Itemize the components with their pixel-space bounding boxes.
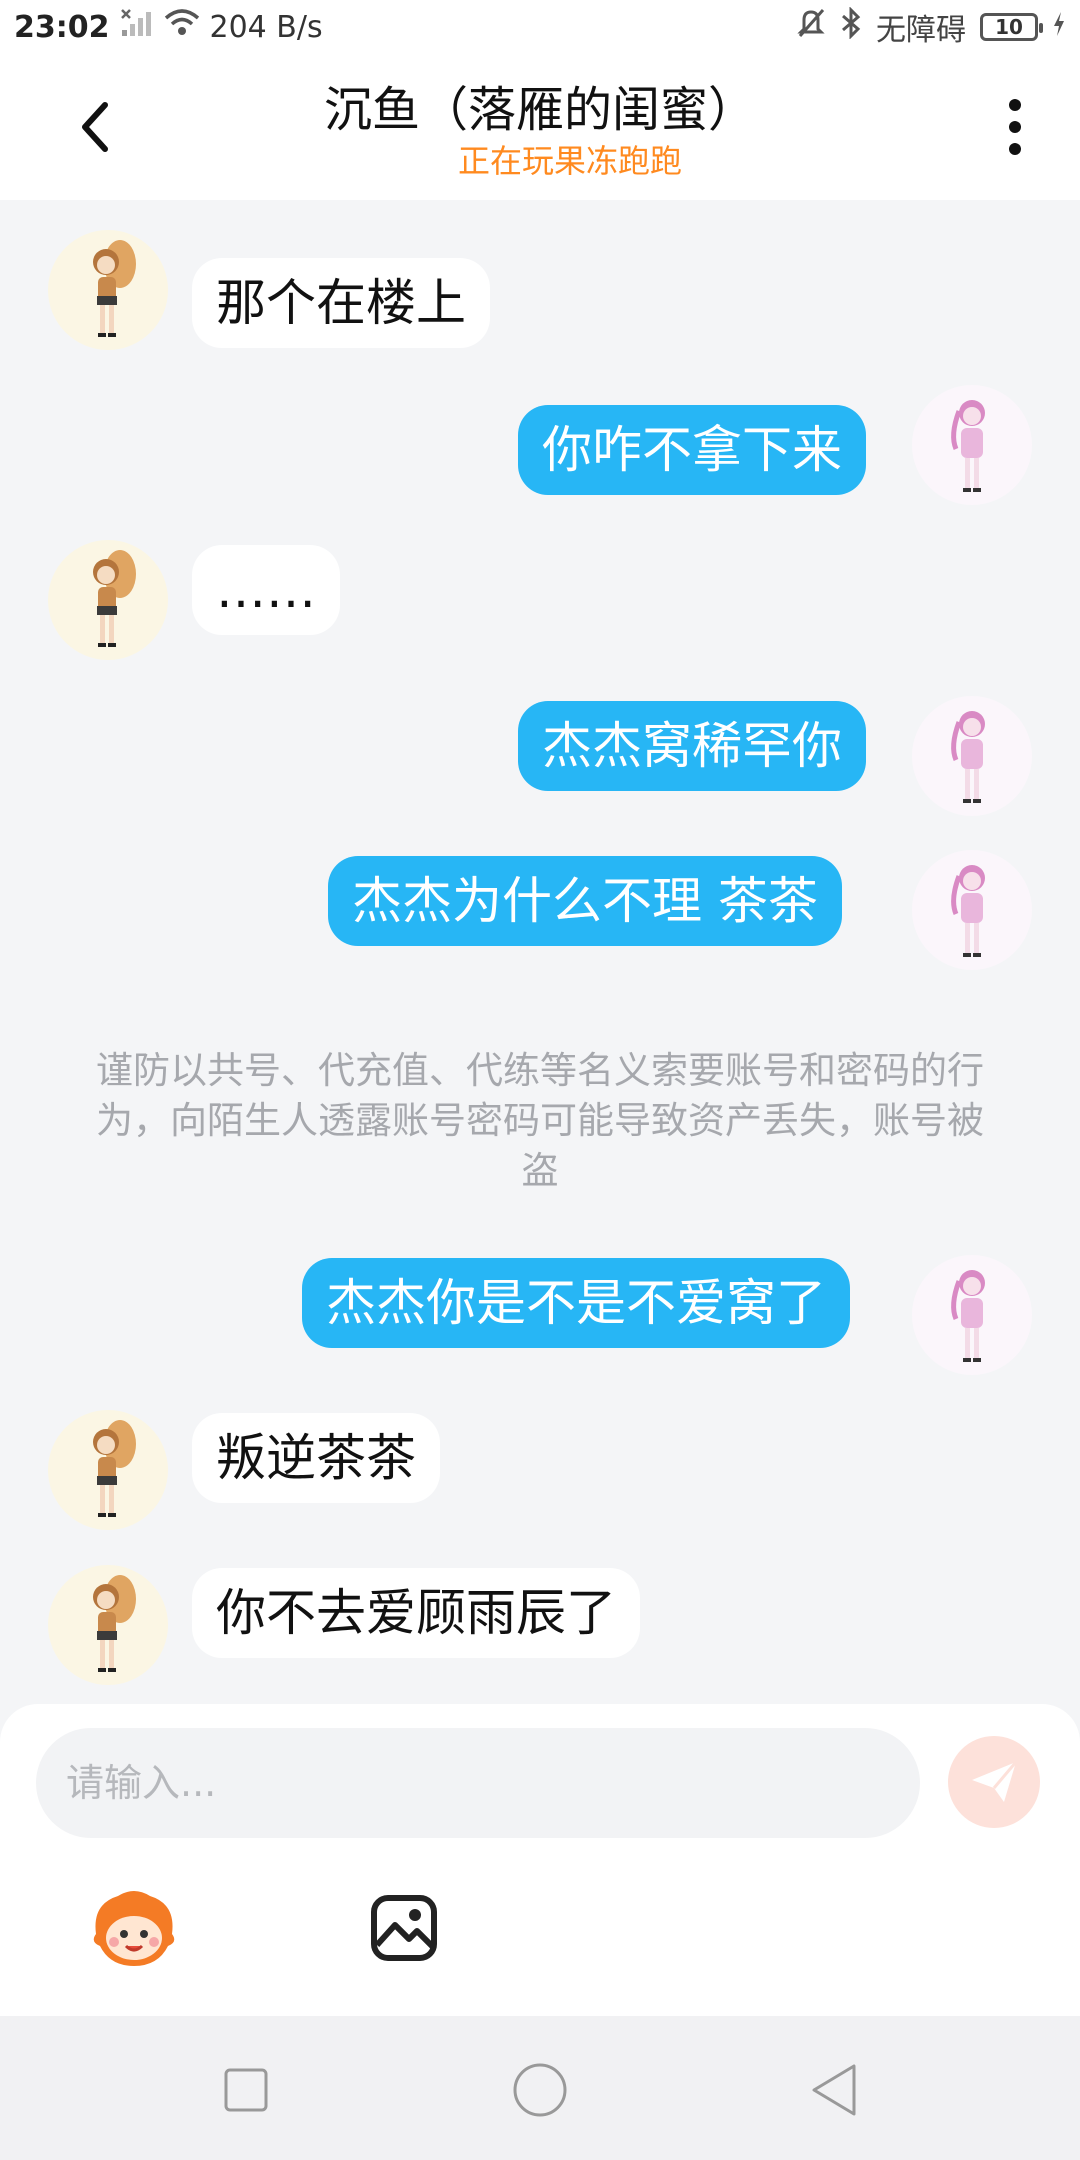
bluetooth-icon (840, 6, 862, 47)
back-nav-button[interactable] (796, 2052, 872, 2128)
send-icon (972, 1761, 1018, 1802)
message-input[interactable] (36, 1728, 920, 1838)
wifi-icon (164, 8, 200, 46)
my-avatar[interactable] (912, 850, 1032, 970)
contact-avatar[interactable] (48, 1565, 168, 1685)
status-time: 23:02 (14, 9, 110, 45)
incoming-message-bubble[interactable]: 那个在楼上 (192, 258, 490, 348)
contact-status: 正在玩果冻跑跑 (457, 142, 682, 180)
more-button[interactable] (980, 92, 1050, 162)
contact-avatar[interactable] (48, 540, 168, 660)
outgoing-message-bubble[interactable]: 杰杰为什么不理 茶茶 (328, 856, 842, 946)
chat-messages[interactable]: 那个在楼上 你咋不拿下来 …… 杰杰窝稀罕你 杰杰为什么不理 茶茶 谨防以共号、… (0, 200, 1080, 1700)
incoming-message-bubble[interactable]: …… (192, 545, 340, 635)
my-avatar[interactable] (912, 1255, 1032, 1375)
outgoing-message-bubble[interactable]: 杰杰窝稀罕你 (518, 701, 866, 791)
image-icon (371, 1895, 437, 1961)
recent-apps-button[interactable] (208, 2052, 284, 2128)
no-sim-signal-icon (120, 8, 154, 46)
more-vertical-icon (1009, 99, 1021, 155)
mute-icon (796, 7, 826, 47)
contact-avatar[interactable] (48, 1410, 168, 1530)
security-notice: 谨防以共号、代充值、代练等名义索要账号和密码的行为，向陌生人透露账号密码可能导致… (96, 1049, 984, 1192)
send-button[interactable] (948, 1736, 1040, 1828)
charging-icon (1052, 10, 1066, 45)
home-button[interactable] (502, 2052, 578, 2128)
accessibility-label: 无障碍 (876, 13, 966, 48)
battery-icon: 10 (980, 13, 1043, 41)
incoming-message-bubble[interactable]: 你不去爱顾雨辰了 (192, 1568, 640, 1658)
recent-apps-icon (224, 2068, 268, 2112)
my-avatar[interactable] (912, 385, 1032, 505)
contact-avatar[interactable] (48, 230, 168, 350)
incoming-message-bubble[interactable]: 叛逆茶茶 (192, 1413, 440, 1503)
home-icon (513, 2063, 567, 2117)
image-button[interactable] (356, 1880, 452, 1976)
mascot-emoji-icon (93, 1891, 175, 1966)
emoji-button[interactable] (86, 1880, 182, 1976)
composer-panel (0, 1704, 1080, 2016)
net-speed: 204 B/s (209, 9, 323, 45)
outgoing-message-bubble[interactable]: 杰杰你是不是不爱窝了 (302, 1258, 850, 1348)
chat-header: 沉鱼（落雁的闺蜜） 正在玩果冻跑跑 (0, 54, 1080, 200)
contact-name: 沉鱼（落雁的闺蜜） (323, 82, 756, 138)
my-avatar[interactable] (912, 696, 1032, 816)
status-bar: 23:02 204 B/s 无障碍 10 (0, 0, 1080, 54)
system-nav-bar (0, 2016, 1080, 2160)
outgoing-message-bubble[interactable]: 你咋不拿下来 (518, 405, 866, 495)
battery-level: 10 (995, 15, 1023, 39)
back-icon (812, 2064, 856, 2116)
